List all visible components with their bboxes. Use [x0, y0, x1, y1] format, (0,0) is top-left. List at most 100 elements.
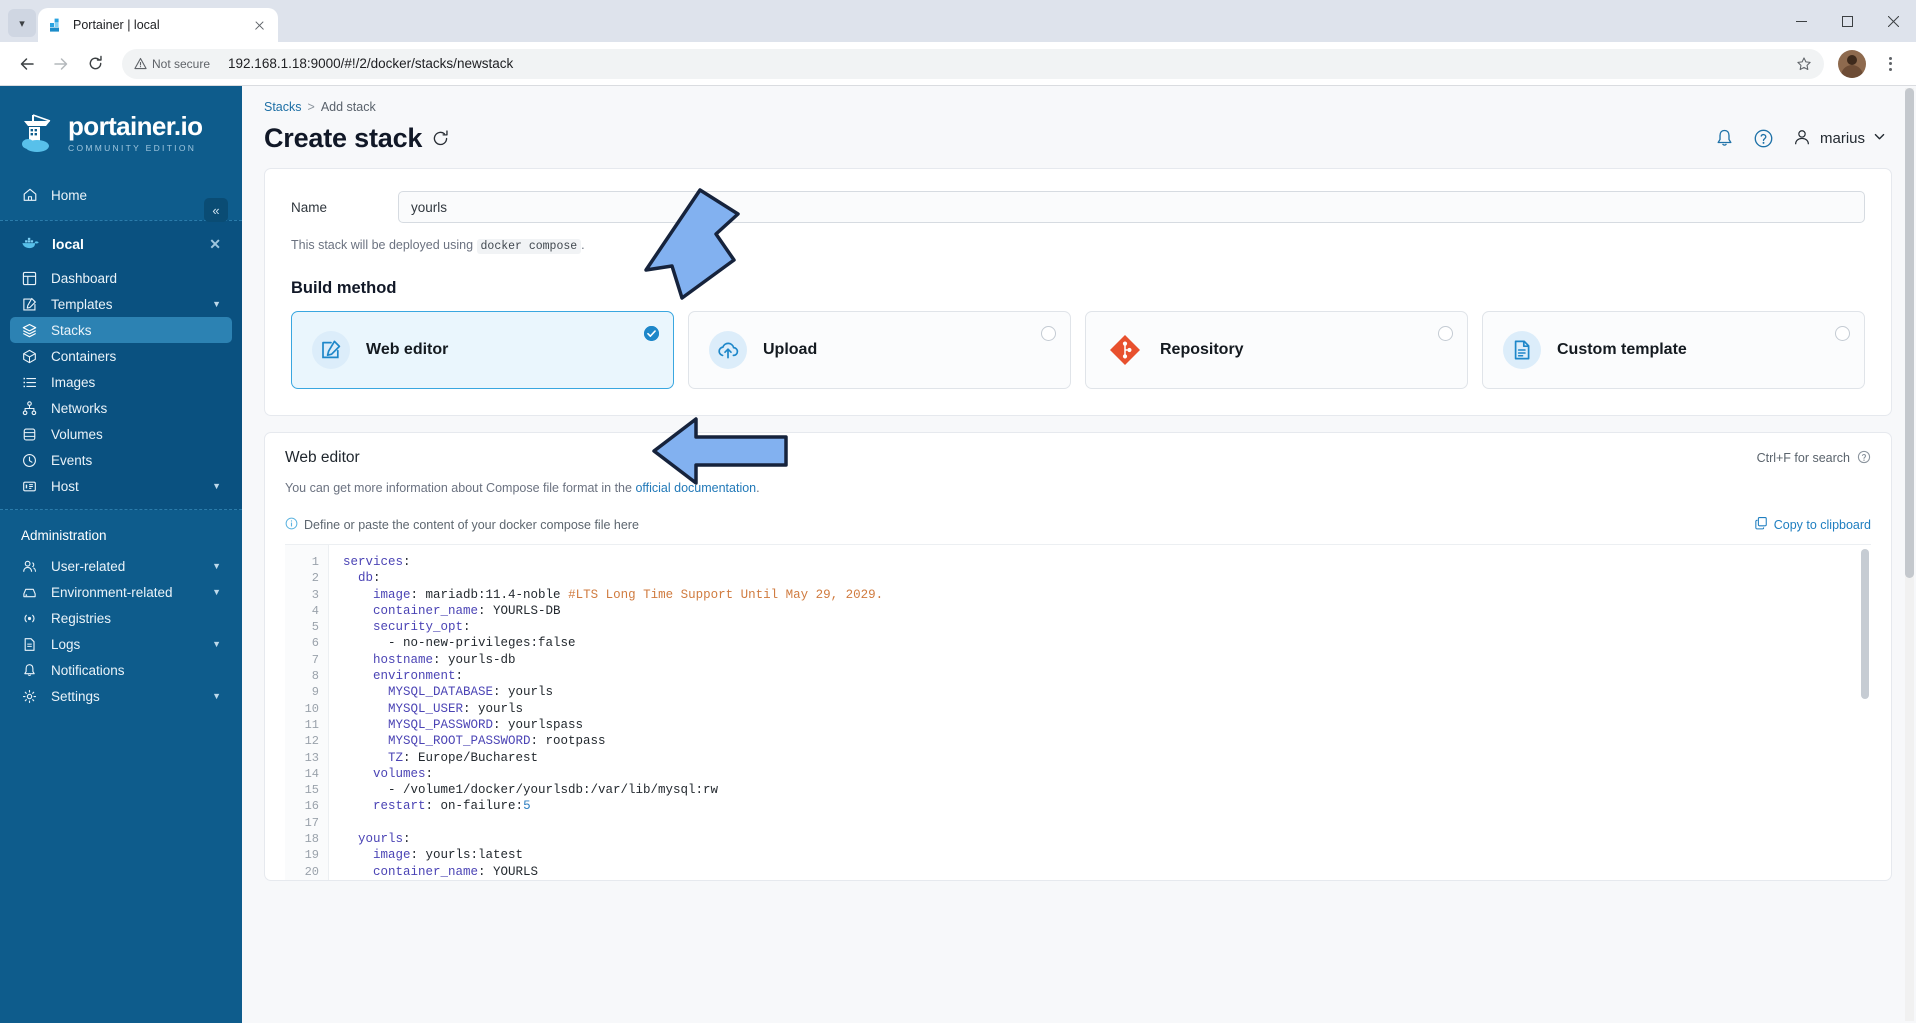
user-menu[interactable]: marius: [1792, 127, 1886, 151]
sidebar-item-events[interactable]: Events: [10, 447, 232, 473]
sidebar-item-containers[interactable]: Containers: [10, 343, 232, 369]
notifications-bell-icon[interactable]: [1714, 128, 1735, 149]
page-viewport: portainer.io COMMUNITY EDITION « Home lo…: [0, 86, 1916, 1023]
code-line-number: 2: [311, 571, 319, 586]
chevron-down-icon[interactable]: ▼: [212, 481, 221, 491]
stacks-icon: [21, 323, 38, 338]
sidebar-item-dashboard[interactable]: Dashboard: [10, 265, 232, 291]
build-method-upload[interactable]: Upload: [688, 311, 1071, 389]
code-line: - /volume1/docker/yourlsdb:/var/lib/mysq…: [343, 783, 719, 798]
code-editor-scrollbar[interactable]: [1861, 549, 1869, 699]
chevron-down-icon[interactable]: ▼: [212, 561, 221, 571]
copy-to-clipboard-button[interactable]: Copy to clipboard: [1754, 516, 1871, 533]
portainer-favicon-icon: [48, 17, 64, 33]
forward-icon[interactable]: [46, 49, 76, 79]
browser-menu-icon[interactable]: [1876, 49, 1904, 79]
back-icon[interactable]: [12, 49, 42, 79]
chevron-down-icon[interactable]: [1873, 130, 1886, 147]
radio-unselected-icon[interactable]: [1438, 326, 1453, 341]
sidebar-item-templates[interactable]: Templates ▼: [10, 291, 232, 317]
portainer-logo[interactable]: portainer.io COMMUNITY EDITION: [0, 86, 242, 176]
refresh-icon[interactable]: [431, 129, 450, 148]
breadcrumb-separator: >: [307, 100, 315, 114]
logo-subtitle: COMMUNITY EDITION: [68, 143, 197, 153]
sidebar-item-images[interactable]: Images: [10, 369, 232, 395]
security-status[interactable]: Not secure: [134, 57, 220, 71]
sidebar-item-logs[interactable]: Logs ▼: [10, 631, 232, 657]
sidebar-item-settings[interactable]: Settings ▼: [10, 683, 232, 709]
chevron-down-icon[interactable]: ▼: [212, 587, 221, 597]
build-method-web-editor[interactable]: Web editor: [291, 311, 674, 389]
main-content: Stacks > Add stack Create stack marius N…: [242, 86, 1916, 1023]
sidebar-item-host[interactable]: Host ▼: [10, 473, 232, 499]
browser-tab-strip: ▾ Portainer | local: [0, 0, 1916, 42]
code-line: security_opt:: [373, 620, 471, 635]
close-icon[interactable]: ✕: [209, 236, 221, 253]
user-name: marius: [1819, 130, 1865, 147]
dashboard-icon: [21, 271, 38, 286]
containers-icon: [21, 349, 38, 364]
stack-name-input[interactable]: yourls: [398, 191, 1865, 223]
page-title: Create stack: [264, 123, 423, 153]
tab-close-icon[interactable]: [250, 16, 268, 34]
build-method-custom-template[interactable]: Custom template: [1482, 311, 1865, 389]
radio-unselected-icon[interactable]: [1835, 326, 1850, 341]
deploy-hint: This stack will be deployed using docker…: [291, 238, 1865, 254]
code-line-number: 7: [311, 652, 319, 667]
window-close-icon[interactable]: [1870, 0, 1916, 42]
sidebar-collapse-button[interactable]: «: [204, 198, 228, 222]
radio-selected-icon[interactable]: [644, 326, 659, 341]
git-repository-icon: [1106, 331, 1144, 369]
official-documentation-link[interactable]: official documentation: [635, 481, 756, 495]
build-method-repository[interactable]: Repository: [1085, 311, 1468, 389]
code-line: volumes:: [373, 766, 434, 781]
url-text: 192.168.1.18:9000/#!/2/docker/stacks/new…: [228, 56, 514, 71]
sidebar-item-label: Registries: [51, 610, 112, 626]
sidebar-item-home[interactable]: Home: [10, 182, 232, 208]
sidebar: portainer.io COMMUNITY EDITION « Home lo…: [0, 86, 242, 1023]
breadcrumb-stacks-link[interactable]: Stacks: [264, 100, 302, 114]
environment-icon: [21, 585, 38, 600]
browser-tab[interactable]: Portainer | local: [38, 8, 278, 42]
minimize-icon[interactable]: [1778, 0, 1824, 42]
tab-search-icon[interactable]: ▾: [8, 9, 36, 37]
help-circle-icon[interactable]: [1753, 128, 1774, 149]
code-editor[interactable]: 1 2 3 4 5 6 7 8 9 10 11 12 13 14 15 16 17 18 19 20 services…: [285, 544, 1871, 880]
sidebar-item-label: Settings: [51, 688, 100, 704]
code-line: services:: [343, 555, 411, 569]
bell-icon: [21, 663, 38, 678]
profile-avatar[interactable]: [1838, 49, 1866, 78]
browser-toolbar: Not secure 192.168.1.18:9000/#!/2/docker…: [0, 42, 1916, 86]
copy-to-clipboard-label: Copy to clipboard: [1773, 517, 1871, 532]
maximize-icon[interactable]: [1824, 0, 1870, 42]
sidebar-administration-title: Administration: [21, 528, 107, 543]
upload-cloud-icon: [709, 331, 747, 369]
sidebar-item-environment-related[interactable]: Environment-related ▼: [10, 579, 232, 605]
sidebar-item-volumes[interactable]: Volumes: [10, 421, 232, 447]
sidebar-administration-items: User-related ▼ Environment-related ▼ Reg…: [0, 553, 242, 709]
editor-search-hint: Ctrl+F for search: [1757, 450, 1871, 467]
page-scrollbar[interactable]: [1905, 88, 1914, 1021]
sidebar-item-user-related[interactable]: User-related ▼: [10, 553, 232, 579]
editor-define-hint: Define or paste the content of your dock…: [285, 517, 639, 533]
sidebar-environment-local[interactable]: local ✕: [10, 229, 232, 259]
sidebar-item-notifications[interactable]: Notifications: [10, 657, 232, 683]
code-line: environment:: [373, 669, 464, 684]
radio-unselected-icon[interactable]: [1041, 326, 1056, 341]
sidebar-item-registries[interactable]: Registries: [10, 605, 232, 631]
reload-icon[interactable]: [80, 49, 110, 79]
code-line: MYSQL_USER: yourls: [388, 701, 524, 716]
chevron-down-icon[interactable]: ▼: [212, 639, 221, 649]
code-line-number: 19: [304, 848, 319, 863]
sidebar-item-networks[interactable]: Networks: [10, 395, 232, 421]
chevron-down-icon[interactable]: ▼: [212, 299, 221, 309]
logo-name: portainer.io: [68, 111, 203, 141]
help-circle-icon[interactable]: [1857, 450, 1871, 467]
bookmark-star-icon[interactable]: [1796, 56, 1812, 72]
address-bar[interactable]: Not secure 192.168.1.18:9000/#!/2/docker…: [122, 48, 1824, 79]
chevron-down-icon[interactable]: ▼: [212, 691, 221, 701]
sidebar-item-stacks[interactable]: Stacks: [10, 317, 232, 343]
code-content[interactable]: services: db: image: mariadb:11.4-noble …: [329, 545, 1871, 880]
sidebar-item-label: Networks: [51, 400, 108, 416]
